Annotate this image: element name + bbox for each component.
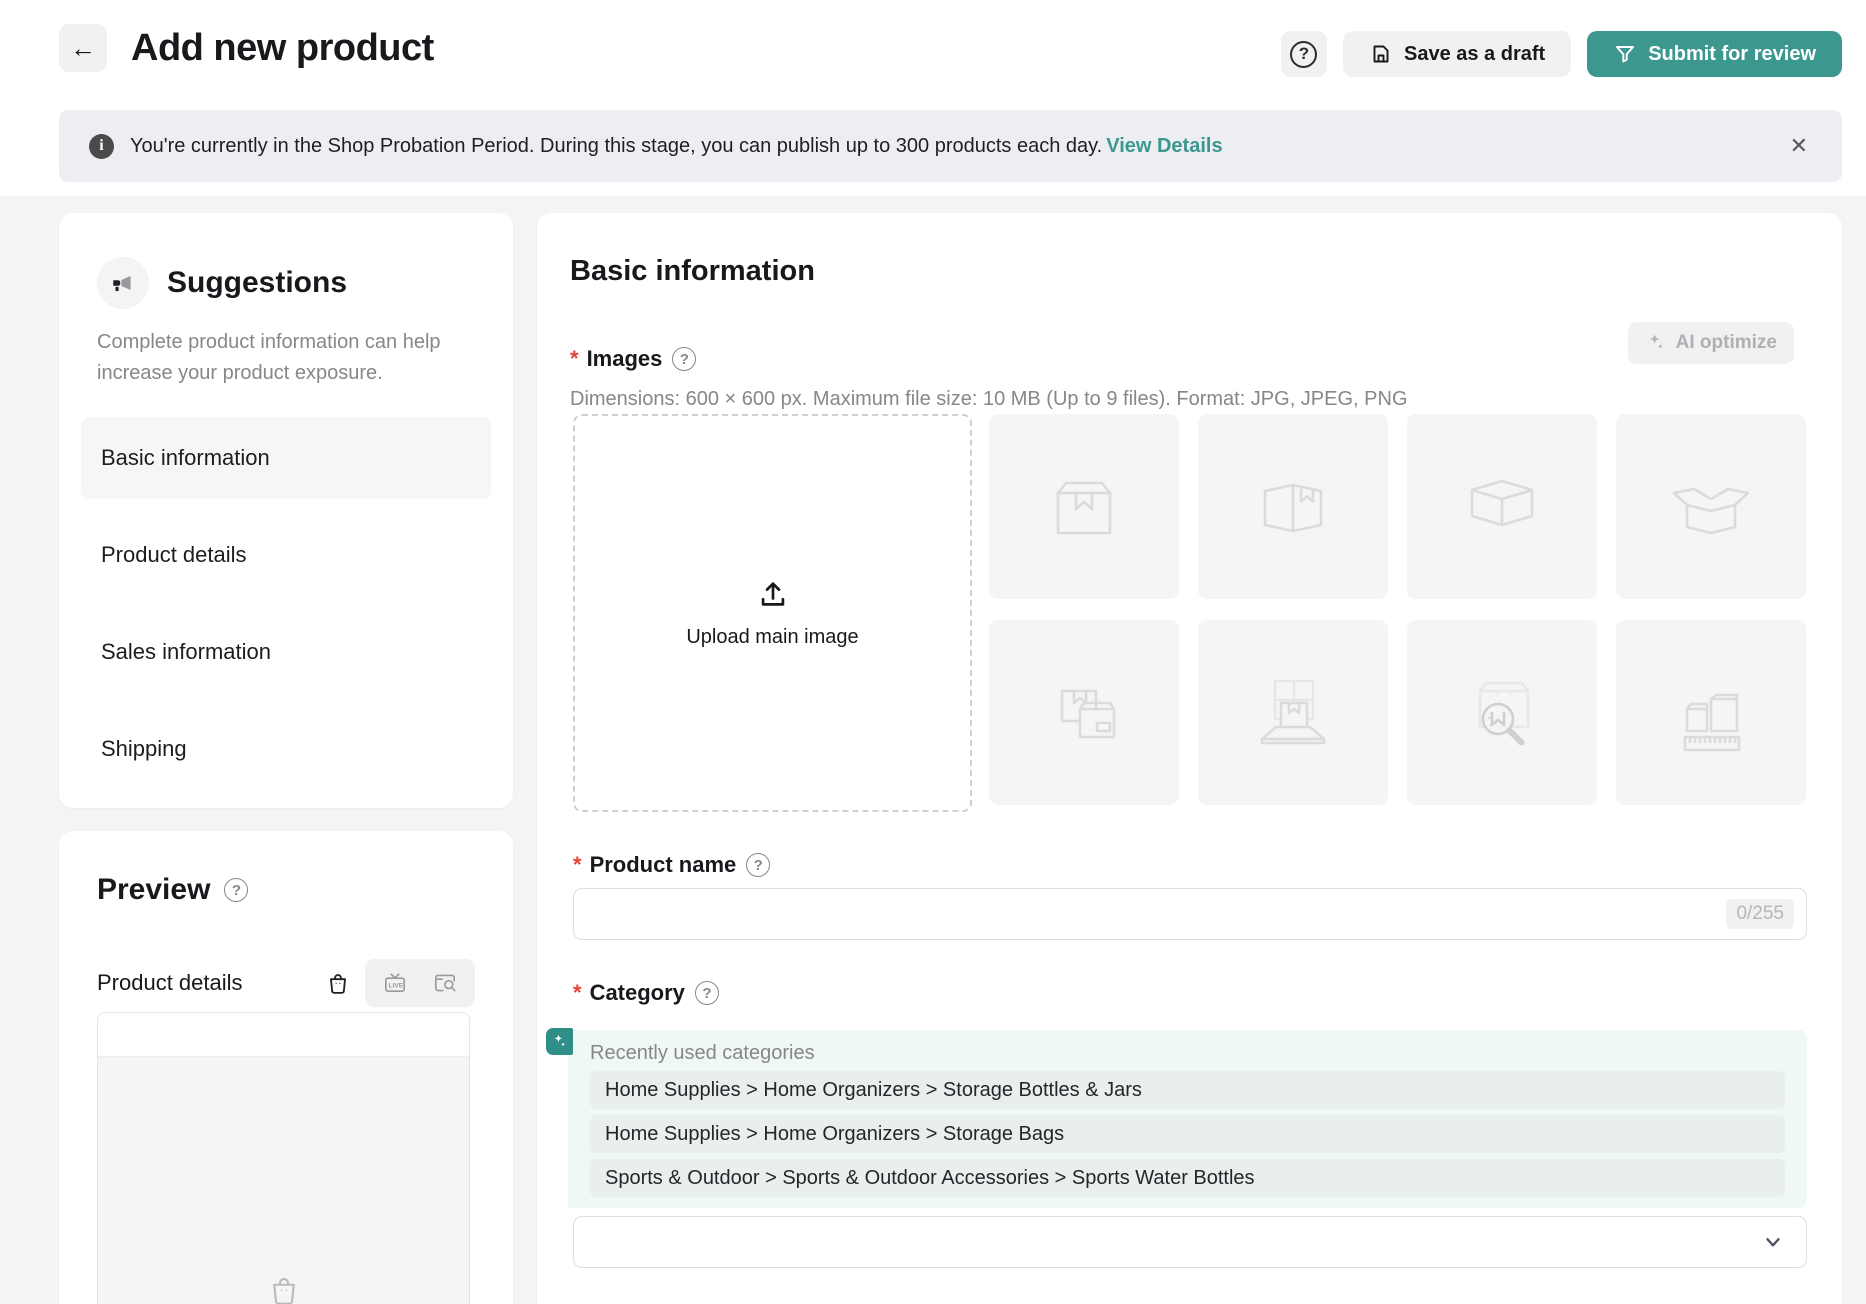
product-name-field-label: * Product name ? (573, 852, 770, 878)
submit-funnel-icon (1613, 42, 1637, 66)
box-pair-icon (1036, 665, 1132, 761)
sidebar-item-sales-information[interactable]: Sales information (81, 611, 491, 693)
preview-phone-mock: Add images (97, 1012, 470, 1304)
required-mark: * (573, 980, 582, 1006)
box-magnifier-icon (1454, 665, 1550, 761)
box-sizes-ruler-icon (1663, 665, 1759, 761)
image-placeholder-tile (989, 414, 1179, 599)
header-right: ? Save as a draft Submit for review (1281, 31, 1842, 77)
submit-review-label: Submit for review (1648, 43, 1816, 66)
recent-category-option[interactable]: Home Supplies > Home Organizers > Storag… (590, 1071, 1785, 1109)
preview-mode-shop-button[interactable] (325, 970, 365, 996)
help-icon: ? (1290, 41, 1317, 68)
save-draft-icon (1369, 42, 1393, 66)
back-arrow-icon: ← (70, 33, 96, 64)
recent-categories-panel: Recently used categories Home Supplies >… (568, 1030, 1807, 1208)
box-3d-icon (1245, 459, 1341, 555)
page-title: Add new product (131, 27, 434, 70)
preview-phone-header (98, 1013, 469, 1057)
product-name-input[interactable] (590, 903, 1726, 926)
preview-mode-icons: LIVE (325, 959, 475, 1007)
image-placeholder-tile (989, 620, 1179, 805)
info-icon: i (89, 134, 114, 159)
preview-header: Preview ? (97, 873, 475, 907)
recent-category-option[interactable]: Home Supplies > Home Organizers > Storag… (590, 1115, 1785, 1153)
banner-close-button[interactable]: ✕ (1790, 135, 1808, 157)
preview-card: Preview ? Product details LIVE (59, 831, 513, 1304)
sidebar-item-basic-information[interactable]: Basic information (81, 417, 491, 499)
image-placeholder-tile (1616, 620, 1806, 805)
box-on-platform-icon (1245, 665, 1341, 761)
suggestions-title: Suggestions (167, 266, 347, 300)
preview-phone-body: Add images (98, 1057, 469, 1304)
suggestions-card: Suggestions Complete product information… (59, 213, 513, 808)
preview-toolbar: Product details LIVE (97, 959, 475, 1007)
ai-optimize-button[interactable]: AI optimize (1628, 322, 1794, 364)
ai-suggestion-badge (546, 1028, 573, 1055)
help-button[interactable]: ? (1281, 31, 1327, 77)
sidebar-item-shipping[interactable]: Shipping (81, 708, 491, 790)
image-placeholder-tile (1198, 620, 1388, 805)
category-field-label: * Category ? (573, 980, 719, 1006)
add-product-page: ← Add new product ? Save as a draft Subm… (0, 0, 1866, 1304)
box-open-top-icon (1454, 459, 1550, 555)
chevron-down-icon (1762, 1231, 1784, 1253)
shopping-bag-icon (325, 970, 351, 996)
images-help-icon[interactable]: ? (672, 347, 696, 371)
submit-review-button[interactable]: Submit for review (1587, 31, 1842, 77)
ai-optimize-label: AI optimize (1676, 332, 1777, 354)
category-help-icon[interactable]: ? (695, 981, 719, 1005)
upload-icon (756, 578, 790, 612)
header-left: ← Add new product (59, 24, 434, 72)
preview-mode-live-button[interactable]: LIVE (373, 963, 417, 1003)
add-images-bag-icon (266, 1272, 302, 1304)
required-mark: * (573, 852, 582, 878)
image-placeholder-tile (1616, 414, 1806, 599)
ai-sparkle-icon (1645, 332, 1667, 354)
suggestions-description: Complete product information can help in… (97, 327, 467, 389)
char-counter: 0/255 (1726, 899, 1794, 929)
box-front-icon (1036, 459, 1132, 555)
image-placeholder-tile (1407, 414, 1597, 599)
upload-main-image-dropzone[interactable]: Upload main image (573, 414, 972, 812)
box-open-flaps-icon (1663, 459, 1759, 555)
preview-help-icon[interactable]: ? (224, 878, 248, 902)
recent-categories-title: Recently used categories (590, 1042, 1785, 1065)
category-label: Category (590, 980, 685, 1006)
sidebar-item-product-details[interactable]: Product details (81, 514, 491, 596)
product-name-label: Product name (590, 852, 737, 878)
product-name-help-icon[interactable]: ? (746, 853, 770, 877)
sparkle-icon (551, 1033, 568, 1050)
suggestions-nav: Basic information Product details Sales … (81, 417, 491, 790)
banner-text: You're currently in the Shop Probation P… (130, 135, 1102, 158)
upload-main-image-label: Upload main image (686, 626, 858, 649)
product-name-input-wrap: 0/255 (573, 888, 1807, 940)
recent-category-option[interactable]: Sports & Outdoor > Sports & Outdoor Acce… (590, 1159, 1785, 1197)
images-field-label: * Images ? (570, 346, 1807, 372)
live-tv-icon: LIVE (382, 970, 408, 996)
probation-banner: i You're currently in the Shop Probation… (59, 110, 1842, 182)
preview-title: Preview (97, 873, 210, 907)
images-label: Images (587, 346, 663, 372)
images-hint: Dimensions: 600 × 600 px. Maximum file s… (570, 388, 1807, 411)
image-placeholder-tile (1198, 414, 1388, 599)
suggestions-header: Suggestions (97, 257, 491, 309)
category-select[interactable] (573, 1216, 1807, 1268)
preview-mode-pill: LIVE (365, 959, 475, 1007)
browse-search-icon (432, 970, 458, 996)
back-button[interactable]: ← (59, 24, 107, 72)
close-icon: ✕ (1790, 133, 1808, 158)
save-draft-button[interactable]: Save as a draft (1343, 31, 1571, 77)
image-placeholder-tile (1407, 620, 1597, 805)
view-details-link[interactable]: View Details (1106, 135, 1222, 158)
section-title: Basic information (570, 255, 1807, 288)
basic-information-card: Basic information * Images ? AI optimize… (537, 213, 1842, 1304)
preview-mode-browse-button[interactable] (423, 963, 467, 1003)
svg-text:LIVE: LIVE (389, 982, 404, 989)
save-draft-label: Save as a draft (1404, 43, 1545, 66)
megaphone-icon (97, 257, 149, 309)
required-mark: * (570, 346, 579, 372)
preview-section-label: Product details (97, 970, 243, 996)
